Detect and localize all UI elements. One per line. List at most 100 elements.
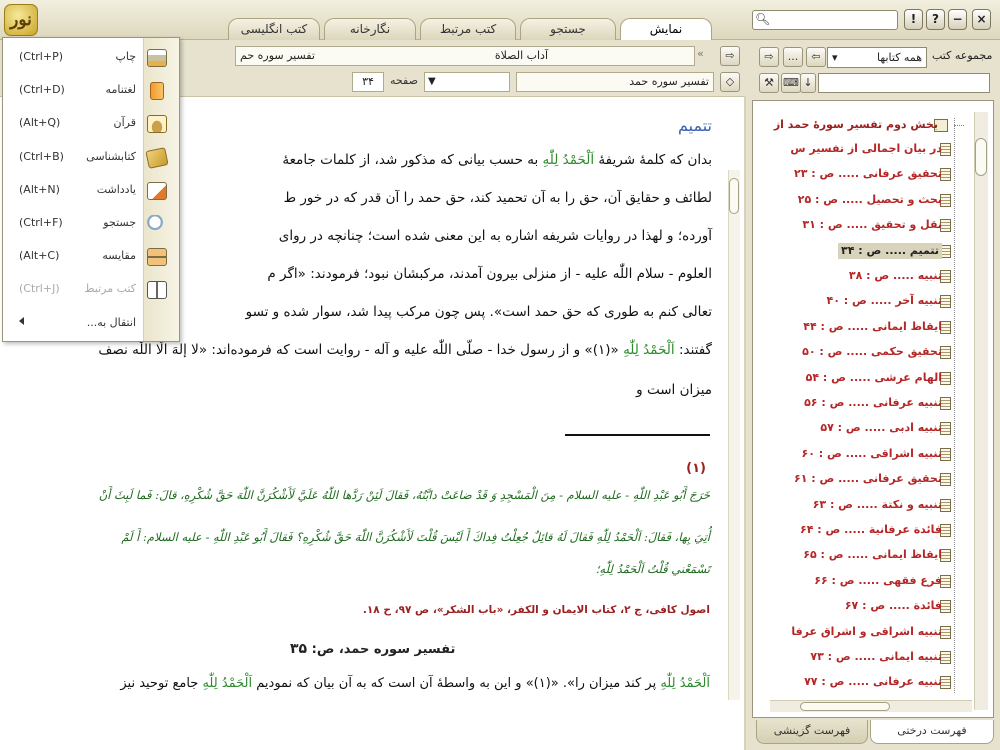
tree-item[interactable]: تنبیه عرفانی ..... ص : ۷۷ <box>804 674 942 690</box>
section-field[interactable]: تفسیر سوره حمد <box>516 72 714 92</box>
menu-item-shortcut: (Ctrl+P) <box>19 50 64 63</box>
menu-item-label: قرآن <box>113 116 136 130</box>
app-logo[interactable]: نور <box>4 4 38 36</box>
footnote-arabic-line: خَرَجَ أَبُو عَبْدِ اللّٰهِ - علیه السلا… <box>98 488 710 502</box>
menu-item-shortcut: (Alt+Q) <box>19 116 61 130</box>
info-button[interactable]: ! <box>904 9 923 30</box>
tree-item[interactable]: تحقیق حکمی ..... ص : ۵۰ <box>802 344 942 360</box>
menu-item-label: یادداشت <box>96 182 136 196</box>
more-button[interactable]: ... <box>783 47 803 67</box>
tab-gallery[interactable]: نگارخانه <box>324 18 416 40</box>
tag-icon[interactable]: ◇ <box>720 72 740 92</box>
keyboard-icon[interactable]: ⌨ <box>781 73 801 93</box>
tree-item[interactable]: فائدة ..... ص : ۶۷ <box>845 598 942 614</box>
menu-item-shortcut: (Ctrl+D) <box>19 83 65 97</box>
tab-display[interactable]: نمایش <box>620 18 712 41</box>
footnote-arabic-line: أُتِيَ بِها، فَقالَ: اَلْحَمْدُ لِلّٰهِ … <box>121 530 710 544</box>
tree-item[interactable]: ایقاظ ایمانی ..... ص : ۶۵ <box>803 547 942 563</box>
collections-label: مجموعه کتب <box>932 49 993 62</box>
printer-icon <box>147 49 167 67</box>
footnote-arabic-line: تَسْمَعْني قُلْتُ اَلْحَمْدُ لِلّٰهِ؛ <box>595 562 710 576</box>
help-button[interactable]: ? <box>926 9 945 30</box>
chevron-down-icon[interactable]: ▾ <box>832 48 838 67</box>
footnote-divider <box>565 434 710 436</box>
breadcrumb[interactable]: آداب الصلاة تفسیر سوره حم <box>235 46 695 66</box>
menu-item-label: لغتنامه <box>105 83 136 97</box>
tab-selective-index[interactable]: فهرست گزینشی <box>756 720 868 744</box>
page-dropdown[interactable]: ▼ <box>424 72 510 92</box>
tree-search-input[interactable] <box>818 73 990 93</box>
menu-item-shortcut: (Ctrl+B) <box>19 149 64 163</box>
collection-select[interactable]: ▾ همه کتابها <box>827 47 927 68</box>
tree-item[interactable]: تنبیه ..... ص : ۳۸ <box>849 268 942 284</box>
tree-item[interactable]: تتمیم ..... ص : ۳۴ <box>838 242 942 259</box>
tree-item[interactable]: تنبیه عرفانی ..... ص : ۵۶ <box>804 395 942 411</box>
tree-item[interactable]: تنبیه ایمانی ..... ص : ۷۳ <box>810 649 942 665</box>
menu-item-shortcut: (Ctrl+J) <box>19 282 60 296</box>
tree-connector <box>954 125 964 126</box>
footnote-marker[interactable]: (۱) <box>686 461 706 476</box>
footnote-source: اصول کافی، ج ۲، کتاب الایمان و الکفر، «ب… <box>362 604 710 616</box>
paragraph-line: اَلْحَمْدُ لِلّٰهِ پر کند میزان را». «(۱… <box>120 676 710 691</box>
tree-item-root[interactable]: بخش دوم تفسیر سورهٔ حمد از <box>774 117 938 133</box>
menu-item-label: جستجو <box>103 216 136 229</box>
menu-item[interactable]: انتقال به... <box>3 308 178 341</box>
paragraph-line: العلوم - سلام اللّٰه علیه - از منزلی بیر… <box>267 266 712 282</box>
page-number-field[interactable]: ۳۴ <box>352 72 384 92</box>
menu-item-label: کتب مرتبط <box>84 282 136 296</box>
tree-item[interactable]: تحقیق عرفانی ..... ص : ۶۱ <box>794 471 942 487</box>
tab-related-books[interactable]: کتب مرتبط <box>420 18 516 40</box>
tree-horizontal-scrollbar-thumb[interactable] <box>800 702 890 711</box>
tree-item[interactable]: ایقاظ ایمانی ..... ص : ۴۴ <box>803 319 942 335</box>
menu-item-label: کتابشناسی <box>86 149 136 163</box>
content-scrollbar-thumb[interactable] <box>729 178 739 214</box>
back-arrow-icon[interactable]: ⇨ <box>759 47 779 67</box>
paragraph-line: گفتند: اَلْحَمْدُ لِلّٰهِ «(۱)» و از رسو… <box>98 342 712 358</box>
dictionary-icon <box>150 82 164 101</box>
tree-scrollbar-thumb[interactable] <box>975 138 987 176</box>
menu-item-shortcut: (Alt+C) <box>19 249 60 263</box>
tree-item[interactable]: نقل و تحقیق ..... ص : ۳۱ <box>802 217 942 233</box>
section-heading: تتمیم <box>677 116 712 135</box>
tree-item[interactable]: تحقیق عرفانی ..... ص : ۲۳ <box>794 166 942 182</box>
tab-search[interactable]: جستجو <box>520 18 616 40</box>
search-icon <box>147 215 167 233</box>
note-icon <box>147 181 167 200</box>
tree-item[interactable]: تنبیه آخر ..... ص : ۴۰ <box>827 293 943 309</box>
quran-icon <box>147 115 167 134</box>
tools-icon[interactable]: ⚒ <box>759 73 779 93</box>
paragraph-line: تعالی کنم به طوری که حق حمد است». پس چون… <box>245 304 712 320</box>
close-button[interactable]: × <box>972 9 991 30</box>
content-scrollbar[interactable] <box>728 170 740 700</box>
chevron-double-icon[interactable]: « <box>697 47 704 60</box>
paragraph-line: میزان است و <box>636 382 712 398</box>
tree-item[interactable]: فرع فقهی ..... ص : ۶۶ <box>814 573 942 589</box>
back-arrow-icon[interactable]: ⇨ <box>720 46 740 66</box>
tree-item[interactable]: تنبیه اشراقی ..... ص : ۶۰ <box>802 446 942 462</box>
search-down-icon[interactable]: ↓ <box>800 73 816 93</box>
tree-item[interactable]: فائدة عرفانية ..... ص : ۶۴ <box>800 522 942 538</box>
search-icon[interactable]: 🔍︎ <box>755 12 770 26</box>
tree-item[interactable]: در بیان اجمالی از تفسیر س <box>790 141 942 157</box>
forward-arrow-icon[interactable]: ⇦ <box>806 47 826 67</box>
tab-tree-index[interactable]: فهرست درختی <box>870 720 994 744</box>
global-search-input[interactable] <box>752 10 898 30</box>
submenu-arrow-icon <box>19 316 24 325</box>
tree-item[interactable]: تنبیه اشراقی و اشراق عرفا <box>791 624 942 640</box>
tree-scrollbar[interactable] <box>974 112 988 710</box>
breadcrumb-section[interactable]: تفسیر سوره حم <box>240 47 315 65</box>
breadcrumb-book[interactable]: آداب الصلاة <box>495 47 548 65</box>
paragraph-line: لطائف و حقایق آن، حق را به آن تحمید کند،… <box>283 190 712 206</box>
tree-item[interactable]: تنبیه ادبی ..... ص : ۵۷ <box>820 420 942 436</box>
tab-english-books[interactable]: کتب انگلیسی <box>228 18 320 40</box>
page-footer: تفسیر سوره حمد، ص: ۳۵ <box>290 641 456 657</box>
menu-item-label: انتقال به... <box>86 315 136 329</box>
tree-item[interactable]: الهام عرشی ..... ص : ۵۴ <box>806 370 942 386</box>
tree-item[interactable]: بحث و تحصیل ..... ص : ۲۵ <box>798 192 942 208</box>
paragraph-line: آورده؛ و لهذا در روایات شریفه اشاره به ا… <box>278 228 712 244</box>
compare-icon <box>147 248 167 267</box>
menu-item-label: چاپ <box>115 50 136 63</box>
tree-item[interactable]: تنبیه و نکتة ..... ص : ۶۳ <box>813 497 942 513</box>
menu-item-shortcut: (Alt+N) <box>19 182 60 196</box>
minimize-button[interactable]: − <box>948 9 967 30</box>
